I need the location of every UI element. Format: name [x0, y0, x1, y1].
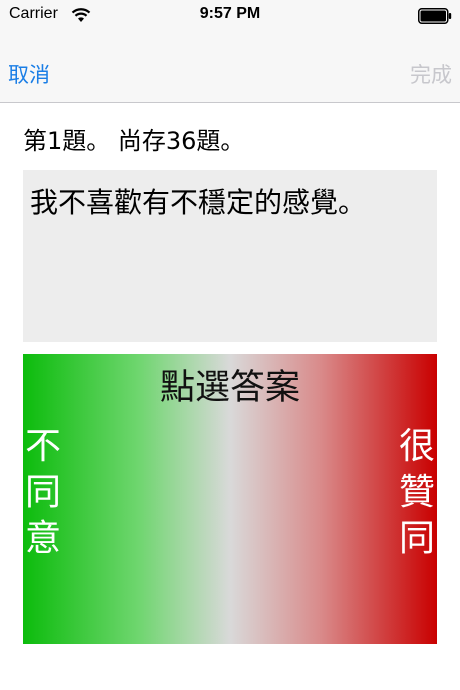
- disagree-char: 不: [25, 426, 62, 467]
- agree-label: 很 贊 同: [395, 424, 435, 562]
- navigation-bar: 取消 完成: [0, 40, 460, 103]
- agree-char: 同: [398, 518, 435, 559]
- question-text: 我不喜歡有不穩定的感覺。: [30, 186, 367, 219]
- answer-slider[interactable]: 點選答案 不 同 意 很 贊 同: [23, 354, 437, 644]
- question-progress: 第1題。 尚存36題。: [23, 127, 245, 155]
- clock-label: 9:57 PM: [199, 5, 261, 22]
- cancel-button[interactable]: 取消: [8, 59, 50, 89]
- agree-char: 很: [398, 426, 435, 467]
- disagree-label: 不 同 意: [25, 424, 65, 562]
- disagree-char: 意: [25, 518, 62, 559]
- agree-char: 贊: [398, 472, 435, 513]
- answer-prompt: 點選答案: [159, 368, 300, 408]
- disagree-char: 同: [25, 472, 62, 513]
- done-button[interactable]: 完成: [410, 59, 452, 89]
- status-bar: Carrier 9:57 PM: [0, 0, 460, 40]
- question-box: 我不喜歡有不穩定的感覺。: [23, 170, 437, 342]
- battery-icon: [418, 8, 452, 24]
